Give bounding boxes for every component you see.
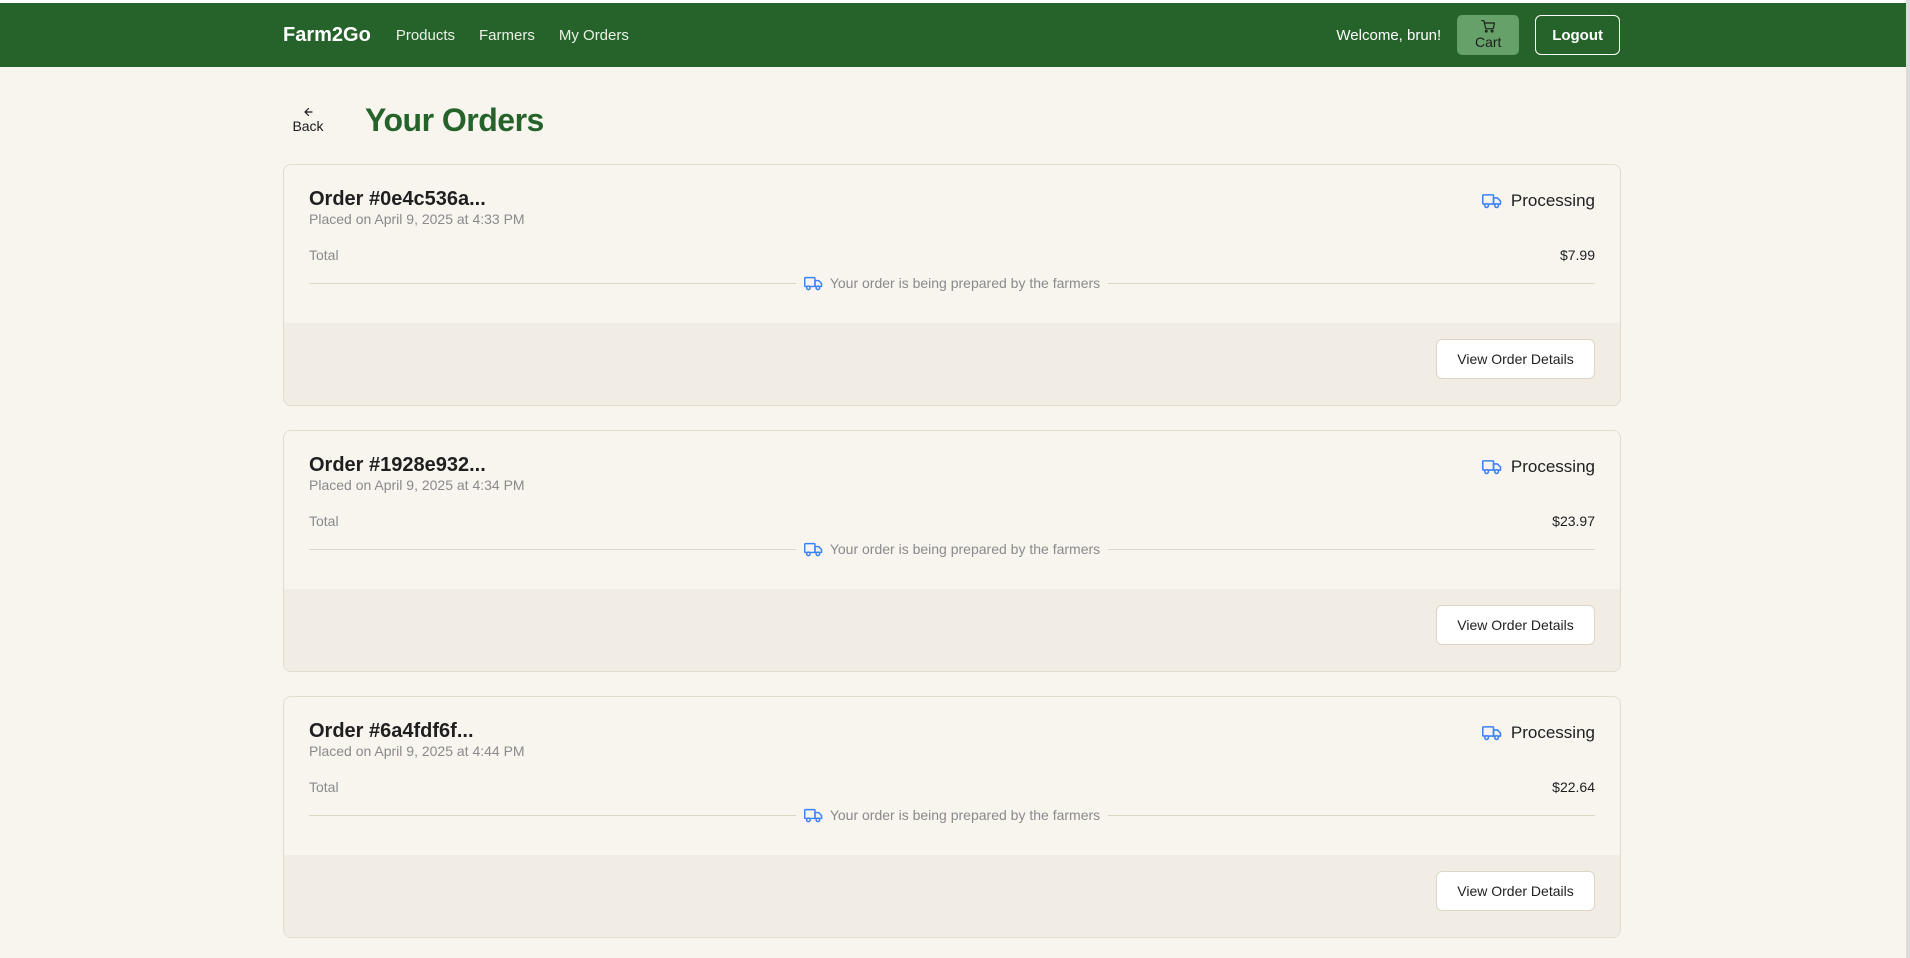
truck-icon: [1481, 726, 1502, 741]
view-order-details-button[interactable]: View Order Details: [1436, 871, 1595, 911]
status-badge: Processing: [1481, 723, 1595, 743]
order-date: Placed on April 9, 2025 at 4:34 PM: [309, 477, 525, 493]
back-label: Back: [292, 118, 324, 134]
order-id: Order #0e4c536a...: [309, 188, 486, 210]
order-card-footer: View Order Details: [284, 855, 1620, 937]
order-card-footer: View Order Details: [284, 589, 1620, 671]
order-status-note: Your order is being prepared by the farm…: [796, 541, 1108, 557]
order-status-divider: Your order is being prepared by the farm…: [309, 805, 1595, 825]
truck-icon: [1481, 460, 1502, 475]
divider-line: [1108, 548, 1595, 550]
nav-link-my-orders[interactable]: My Orders: [559, 27, 629, 44]
status-badge: Processing: [1481, 191, 1595, 211]
order-card: Order #6a4fdf6f... Placed on April 9, 20…: [283, 696, 1621, 938]
order-card-body: Order #0e4c536a... Placed on April 9, 20…: [284, 165, 1620, 325]
brand-logo[interactable]: Farm2Go: [283, 24, 371, 47]
back-button[interactable]: Back: [283, 102, 333, 138]
view-order-details-button[interactable]: View Order Details: [1436, 605, 1595, 645]
divider-line: [309, 282, 796, 284]
order-date: Placed on April 9, 2025 at 4:44 PM: [309, 743, 525, 759]
order-card-body: Order #6a4fdf6f... Placed on April 9, 20…: [284, 697, 1620, 857]
total-value: $7.99: [1559, 247, 1595, 263]
order-status-note-text: Your order is being prepared by the farm…: [829, 807, 1101, 823]
order-id: Order #1928e932...: [309, 454, 486, 476]
scrollbar[interactable]: [1906, 0, 1910, 958]
truck-icon: [1481, 194, 1502, 209]
order-status-note: Your order is being prepared by the farm…: [796, 275, 1108, 291]
cart-button[interactable]: Cart: [1457, 15, 1520, 55]
order-id: Order #6a4fdf6f...: [309, 720, 474, 742]
total-value: $22.64: [1552, 779, 1595, 795]
navbar: Farm2Go Products Farmers My Orders Welco…: [0, 3, 1906, 67]
total-label: Total: [309, 247, 339, 263]
cart-label: Cart: [1474, 34, 1502, 50]
divider-line: [1108, 814, 1595, 816]
page-header: Back Your Orders: [283, 95, 1621, 145]
status-badge: Processing: [1481, 457, 1595, 477]
order-status-note: Your order is being prepared by the farm…: [796, 807, 1108, 823]
divider-line: [309, 814, 796, 816]
status-label: Processing: [1510, 457, 1595, 476]
total-label: Total: [309, 513, 339, 529]
divider-line: [1108, 282, 1595, 284]
order-status-note-text: Your order is being prepared by the farm…: [829, 275, 1101, 291]
shopping-cart-icon: [1481, 20, 1496, 33]
status-label: Processing: [1510, 723, 1595, 742]
nav-link-products[interactable]: Products: [396, 27, 455, 44]
order-status-divider: Your order is being prepared by the farm…: [309, 273, 1595, 293]
order-card: Order #1928e932... Placed on April 9, 20…: [283, 430, 1621, 672]
total-label: Total: [309, 779, 339, 795]
logout-button[interactable]: Logout: [1535, 15, 1620, 55]
truck-icon: [803, 276, 823, 290]
welcome-text: Welcome, brun!: [1336, 26, 1442, 44]
view-order-details-button[interactable]: View Order Details: [1436, 339, 1595, 379]
status-label: Processing: [1510, 191, 1595, 210]
order-date: Placed on April 9, 2025 at 4:33 PM: [309, 211, 525, 227]
divider-line: [309, 548, 796, 550]
truck-icon: [803, 808, 823, 822]
arrow-left-icon: [303, 107, 313, 117]
navbar-inner: Farm2Go Products Farmers My Orders Welco…: [283, 3, 1620, 67]
nav-link-farmers[interactable]: Farmers: [479, 27, 535, 44]
order-status-note-text: Your order is being prepared by the farm…: [829, 541, 1101, 557]
truck-icon: [803, 542, 823, 556]
total-value: $23.97: [1552, 513, 1595, 529]
order-card: Order #0e4c536a... Placed on April 9, 20…: [283, 164, 1621, 406]
page-title: Your Orders: [365, 102, 544, 138]
order-card-footer: View Order Details: [284, 323, 1620, 405]
order-status-divider: Your order is being prepared by the farm…: [309, 539, 1595, 559]
order-card-body: Order #1928e932... Placed on April 9, 20…: [284, 431, 1620, 591]
